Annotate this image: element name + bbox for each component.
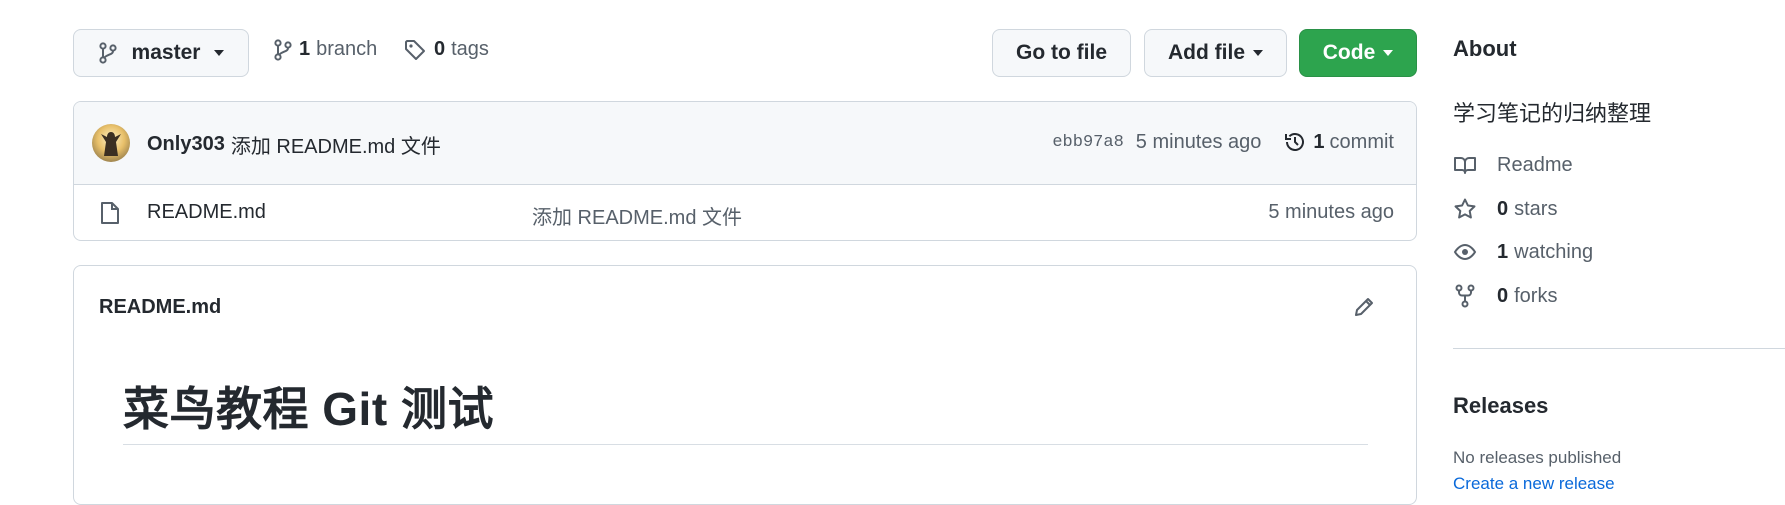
watching-link[interactable]: 1 watching <box>1453 240 1593 264</box>
commit-sha[interactable]: ebb97a8 <box>1052 133 1123 152</box>
watching-label: watching <box>1514 240 1594 263</box>
about-title: About <box>1453 36 1517 61</box>
commit-message[interactable]: 添加 README.md 文件 <box>231 130 441 159</box>
edit-pencil-icon[interactable] <box>1352 295 1376 319</box>
readme-heading: 菜鸟教程 Git 测试 <box>123 383 494 435</box>
heading-divider <box>123 444 1368 445</box>
tags-count: 0 <box>434 38 446 60</box>
git-branch-icon <box>98 42 118 64</box>
commit-author[interactable]: Only303 <box>147 133 225 156</box>
file-commit-message[interactable]: 添加 README.md 文件 <box>532 201 742 230</box>
branch-select-button[interactable]: master <box>73 29 249 77</box>
commit-label: commit <box>1329 130 1394 153</box>
chevron-down-icon <box>1253 50 1263 56</box>
avatar[interactable] <box>92 124 130 162</box>
git-branch-icon <box>273 38 293 61</box>
sidebar-divider <box>1453 348 1785 349</box>
branches-link[interactable]: 1 branch <box>273 38 377 61</box>
commit-time: 5 minutes ago <box>1135 130 1262 153</box>
latest-commit-bar: Only303 添加 README.md 文件 ebb97a8 5 minute… <box>74 102 1416 185</box>
readme-box: README.md 菜鸟教程 Git 测试 <box>73 265 1417 505</box>
watching-count: 1 <box>1497 240 1509 263</box>
code-button[interactable]: Code <box>1299 29 1417 77</box>
file-commit-time: 5 minutes ago <box>1268 201 1394 223</box>
go-to-file-label: Go to file <box>1016 41 1107 64</box>
create-release-link[interactable]: Create a new release <box>1453 474 1615 494</box>
stars-count: 0 <box>1497 197 1509 220</box>
releases-title[interactable]: Releases <box>1453 393 1548 419</box>
go-to-file-button[interactable]: Go to file <box>992 29 1131 77</box>
file-list-box: Only303 添加 README.md 文件 ebb97a8 5 minute… <box>73 101 1417 241</box>
stars-link[interactable]: 0 stars <box>1453 197 1557 221</box>
eye-icon <box>1453 240 1477 264</box>
readme-filename[interactable]: README.md <box>99 296 221 319</box>
readme-link[interactable]: Readme <box>1453 153 1573 177</box>
branches-label: branch <box>316 38 378 60</box>
fork-icon <box>1453 284 1477 308</box>
table-row: README.md 添加 README.md 文件 5 minutes ago <box>74 184 1416 240</box>
forks-link[interactable]: 0 forks <box>1453 284 1557 308</box>
forks-count: 0 <box>1497 284 1509 307</box>
branch-select-label: master <box>131 41 201 64</box>
chevron-down-icon <box>214 50 225 56</box>
readme-link-label: Readme <box>1497 153 1573 176</box>
code-label: Code <box>1322 41 1376 64</box>
commits-link[interactable]: 1 commit <box>1313 131 1394 154</box>
no-releases-text: No releases published <box>1453 448 1622 467</box>
tag-icon <box>404 39 426 61</box>
history-icon <box>1283 130 1307 154</box>
commit-count: 1 <box>1313 130 1325 153</box>
add-file-button[interactable]: Add file <box>1144 29 1287 77</box>
star-icon <box>1453 197 1477 221</box>
file-name-link[interactable]: README.md <box>147 201 266 224</box>
chevron-down-icon <box>1383 50 1394 56</box>
branches-count: 1 <box>299 38 311 60</box>
tags-link[interactable]: 0 tags <box>404 38 489 61</box>
file-icon <box>100 201 120 225</box>
tags-label: tags <box>451 38 489 60</box>
stars-label: stars <box>1514 197 1558 220</box>
book-icon <box>1453 153 1477 177</box>
forks-label: forks <box>1514 284 1558 307</box>
add-file-label: Add file <box>1168 41 1245 64</box>
about-description: 学习笔记的归纳整理 <box>1453 101 1652 126</box>
